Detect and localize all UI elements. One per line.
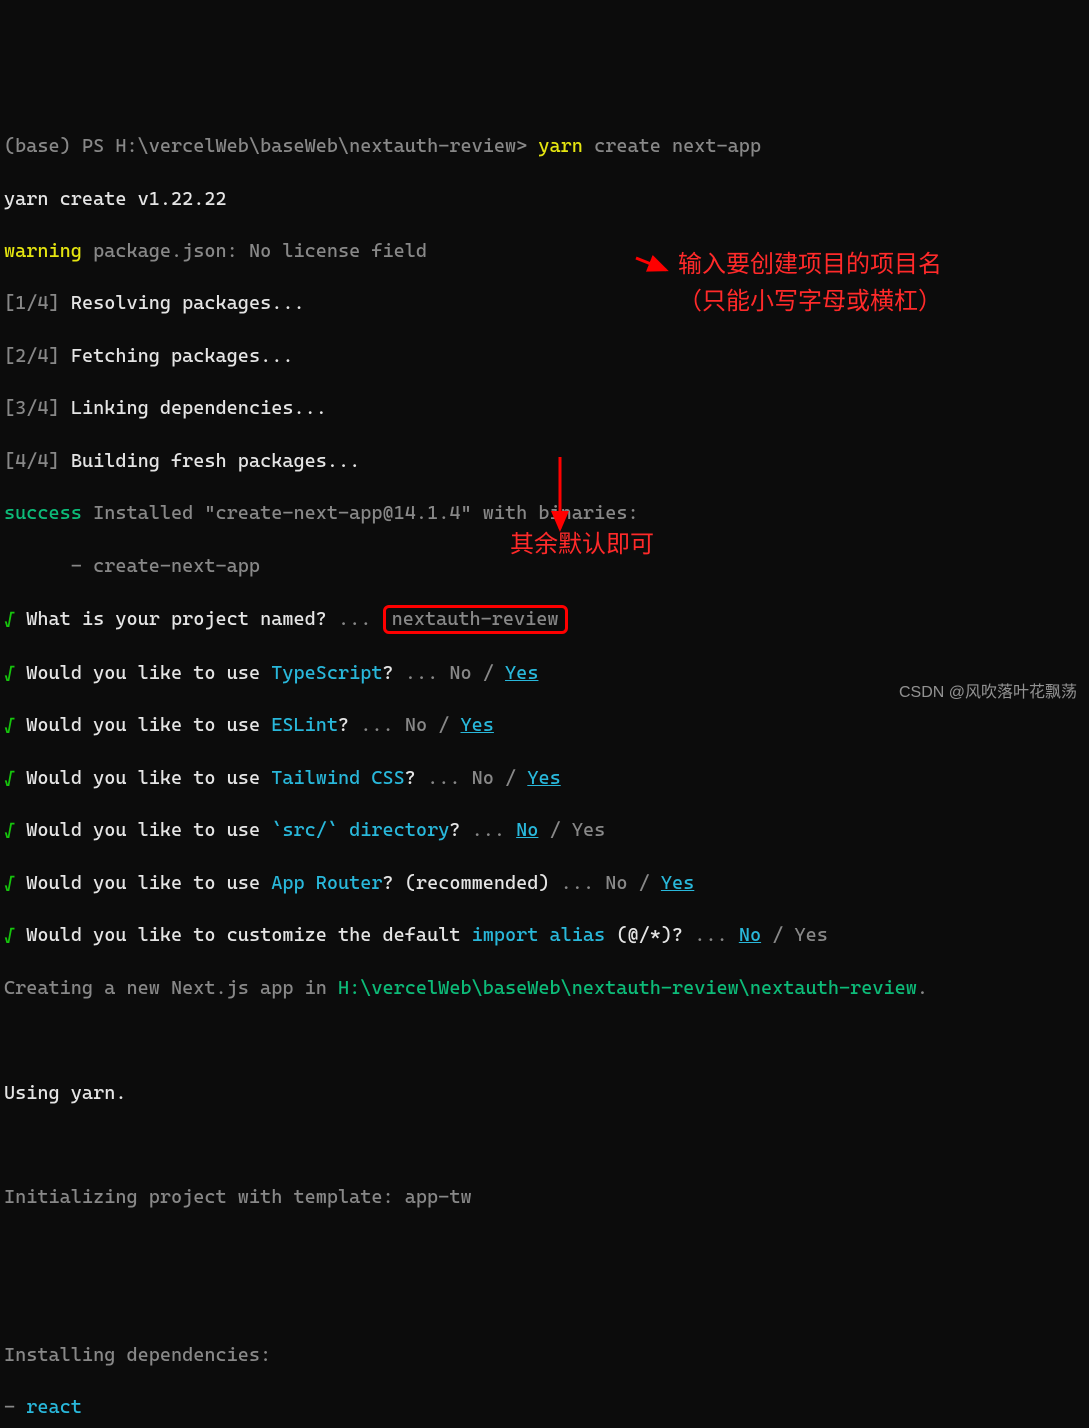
q-eslint: √ Would you like to use ESLint? ... No /… bbox=[4, 712, 1089, 738]
q-app-router: √ Would you like to use App Router? (rec… bbox=[4, 870, 1089, 896]
q-tailwind: √ Would you like to use Tailwind CSS? ..… bbox=[4, 765, 1089, 791]
step-3: [3/4] Linking dependencies... bbox=[4, 395, 1089, 421]
blank-4 bbox=[4, 1289, 1089, 1315]
project-name-answer: nextauth-review bbox=[392, 608, 559, 630]
creating-line: Creating a new Next.js app in H:\vercelW… bbox=[4, 975, 1089, 1001]
blank-3 bbox=[4, 1237, 1089, 1263]
blank-1 bbox=[4, 1027, 1089, 1053]
arrow-icon bbox=[634, 252, 674, 278]
project-name-box: nextauth-review bbox=[383, 605, 568, 634]
step-2: [2/4] Fetching packages... bbox=[4, 343, 1089, 369]
installing-deps: Installing dependencies: bbox=[4, 1342, 1089, 1368]
annotation-1: 输入要创建项目的项目名 （只能小写字母或横杠） bbox=[678, 248, 1078, 318]
init-template: Initializing project with template: app-… bbox=[4, 1184, 1089, 1210]
q-import-alias: √ Would you like to customize the defaul… bbox=[4, 922, 1089, 948]
using-yarn: Using yarn. bbox=[4, 1080, 1089, 1106]
dep-react: - react bbox=[4, 1394, 1089, 1420]
yarn-version: yarn create v1.22.22 bbox=[4, 186, 1089, 212]
annotation-2: 其余默认即可 bbox=[510, 528, 654, 561]
watermark: CSDN @风吹落叶花飘荡 bbox=[899, 682, 1077, 704]
blank-2 bbox=[4, 1132, 1089, 1158]
q-project-name: √ What is your project named? ... nextau… bbox=[4, 605, 1089, 634]
prompt-line: (base) PS H:\vercelWeb\baseWeb\nextauth-… bbox=[4, 133, 1089, 159]
q-src-dir: √ Would you like to use `src/` directory… bbox=[4, 817, 1089, 843]
